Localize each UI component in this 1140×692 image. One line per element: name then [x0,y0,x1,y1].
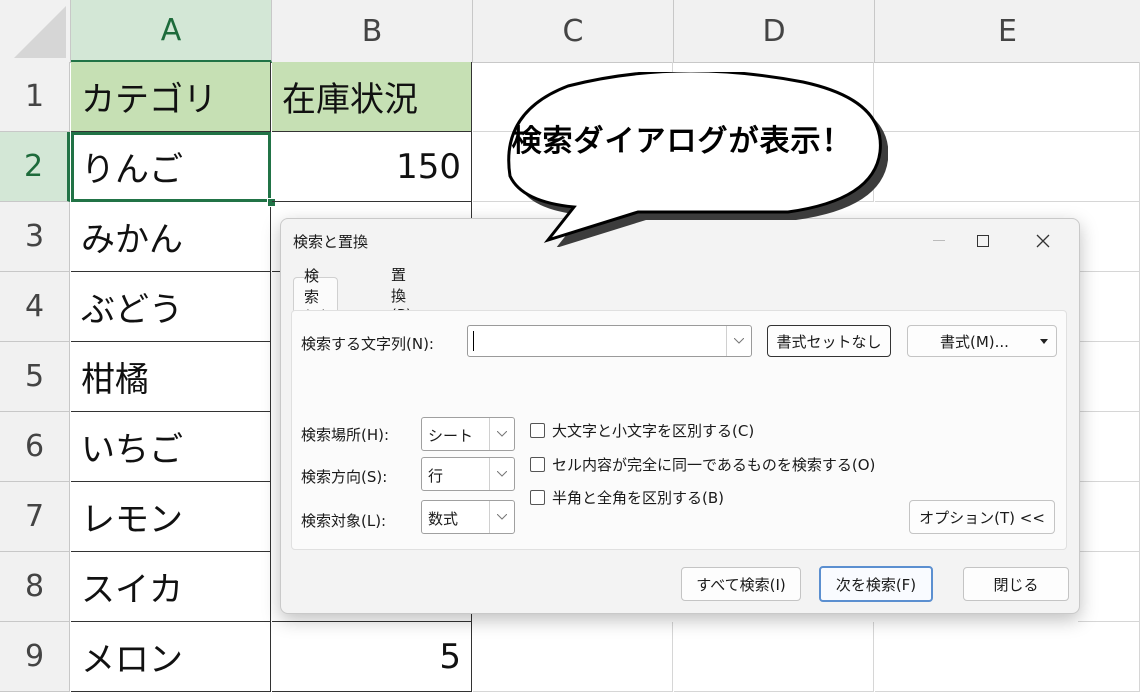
cell-a4[interactable]: ぶどう [71,272,271,342]
dialog-title: 検索と置換 [293,233,369,251]
callout-bubble: 検索ダイアログが表示！ [488,72,888,247]
chevron-down-icon [489,458,514,490]
chevron-down-icon[interactable] [726,326,751,356]
find-what-label: 検索する文字列(N): [301,335,434,353]
cell-e7[interactable] [1078,482,1140,552]
cell-a9[interactable]: メロン [71,622,271,692]
cell-e3[interactable] [1078,202,1140,272]
cell-a1[interactable]: カテゴリ [71,62,271,132]
row-header-5[interactable]: 5 [0,342,70,412]
maximize-button[interactable] [961,225,1005,257]
cell-b9[interactable]: 5 [272,622,472,692]
row-header-4[interactable]: 4 [0,272,70,342]
row-header-2[interactable]: 2 [0,132,70,202]
find-next-button[interactable]: 次を検索(F) [819,566,933,602]
select-all-corner[interactable] [0,0,71,63]
match-case-label: 大文字と小文字を区別する(C) [552,422,755,440]
cell-e4[interactable] [1078,272,1140,342]
within-select[interactable]: シート [421,417,515,451]
cell-e8[interactable] [1078,552,1140,622]
cell-e6[interactable] [1078,412,1140,482]
dropdown-arrow-icon [1040,339,1048,344]
cell-a8[interactable]: スイカ [71,552,271,622]
chevron-down-icon [489,418,514,450]
callout-text: 検索ダイアログが表示！ [511,124,853,159]
cell-a5[interactable]: 柑橘 [71,342,271,412]
within-value: シート [428,427,474,445]
close-dialog-button[interactable]: 閉じる [963,567,1069,601]
look-in-value: 数式 [428,510,459,528]
tab-find[interactable]: 検索(D) [293,267,339,325]
checkbox-box [530,423,545,438]
search-direction-select[interactable]: 行 [421,457,515,491]
column-header-a[interactable]: A [71,0,272,63]
column-header-c[interactable]: C [473,0,674,63]
cell-b1[interactable]: 在庫状況 [272,62,472,132]
cell-e1[interactable] [875,62,1140,132]
chevron-down-icon [489,501,514,533]
look-in-label: 検索対象(L): [301,512,387,530]
checkbox-box [530,490,545,505]
cell-e2[interactable] [875,132,1140,202]
find-all-button[interactable]: すべて検索(I) [681,567,801,601]
maximize-icon [977,235,989,247]
format-button[interactable]: 書式(M)... [907,325,1057,357]
tab-replace[interactable]: 置換(P) [381,266,422,324]
row-header-8[interactable]: 8 [0,552,70,622]
cell-a2[interactable]: りんご [71,132,271,202]
search-direction-value: 行 [428,467,444,485]
column-header-b[interactable]: B [272,0,473,63]
cell-d9[interactable] [674,622,874,692]
cell-a6[interactable]: いちご [71,412,271,482]
within-label: 検索場所(H): [301,426,390,444]
row-header-7[interactable]: 7 [0,482,70,552]
column-header-d[interactable]: D [674,0,875,63]
cell-a7[interactable]: レモン [71,482,271,552]
cell-e5[interactable] [1078,342,1140,412]
close-window-button[interactable] [1021,225,1065,257]
cell-a3[interactable]: みかん [71,202,271,272]
cell-b2[interactable]: 150 [272,132,472,202]
match-case-checkbox[interactable]: 大文字と小文字を区別する(C) [530,420,754,441]
find-replace-dialog: 検索と置換 検索(D) 置換(P) 検索する文字列(N): 書式セットなし 書式… [280,218,1080,614]
column-header-e[interactable]: E [875,0,1140,63]
row-header-9[interactable]: 9 [0,622,70,692]
match-byte-label: 半角と全角を区別する(B) [552,489,724,507]
minimize-icon [933,240,945,241]
row-header-6[interactable]: 6 [0,412,70,482]
cell-c9[interactable] [473,622,673,692]
text-caret [473,331,474,351]
checkbox-box [530,457,545,472]
format-button-label: 書式(M)... [940,332,1009,351]
look-in-select[interactable]: 数式 [421,500,515,534]
search-direction-label: 検索方向(S): [301,468,388,486]
match-entire-checkbox[interactable]: セル内容が完全に同一であるものを検索する(O) [530,454,875,475]
match-byte-checkbox[interactable]: 半角と全角を区別する(B) [530,487,724,508]
row-header-1[interactable]: 1 [0,62,70,132]
cell-e9[interactable] [875,622,1140,692]
options-button[interactable]: オプション(T) << [909,500,1055,534]
close-icon [1036,234,1050,248]
minimize-button [917,225,961,257]
find-what-input[interactable] [467,325,752,357]
match-entire-label: セル内容が完全に同一であるものを検索する(O) [552,456,876,474]
no-format-set-button[interactable]: 書式セットなし [767,325,891,357]
row-header-3[interactable]: 3 [0,202,70,272]
